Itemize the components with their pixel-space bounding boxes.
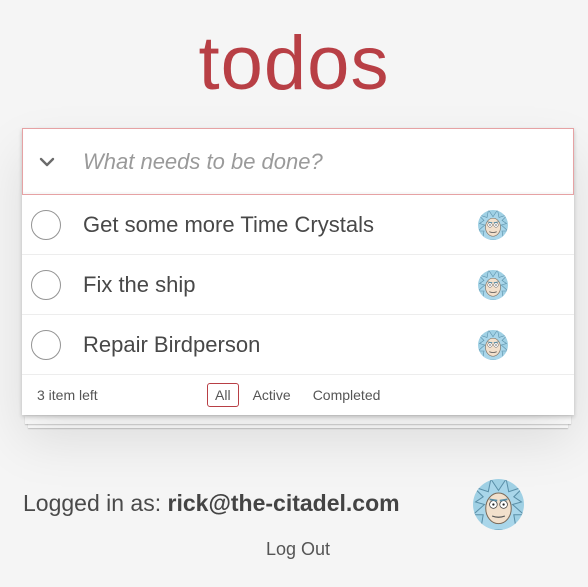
todo-label[interactable]: Repair Birdperson [83,332,478,358]
todo-checkbox[interactable] [31,329,61,360]
filter-tabs: All Active Completed [207,383,388,407]
todo-app: Get some more Time Crystals Fix the ship [22,128,574,415]
logged-in-info: Logged in as: rick@the-citadel.com [23,490,400,517]
todo-item: Repair Birdperson [22,315,574,375]
todo-label[interactable]: Fix the ship [83,272,478,298]
user-email: rick@the-citadel.com [167,490,400,516]
todo-footer: 3 item left All Active Completed [22,375,574,415]
filter-all[interactable]: All [207,383,239,407]
user-avatar-icon [473,479,524,530]
todo-checkbox[interactable] [31,269,61,300]
todo-label[interactable]: Get some more Time Crystals [83,212,478,238]
rick-avatar-icon [478,329,508,360]
filter-completed[interactable]: Completed [305,383,389,407]
logged-in-prefix: Logged in as: [23,490,168,516]
rick-avatar-icon [478,269,508,300]
todo-item: Fix the ship [22,255,574,315]
items-left-count: 3 item left [37,387,98,403]
todo-checkbox[interactable] [31,209,61,240]
new-todo-row [22,128,574,195]
list-stack-shadow-1 [25,416,571,424]
app-title: todos [198,21,390,106]
logout-link[interactable]: Log Out [0,539,588,560]
filter-active[interactable]: Active [245,383,299,407]
rick-avatar-icon [478,209,508,240]
toggle-all-chevron-down-icon[interactable] [23,129,71,194]
new-todo-input[interactable] [71,129,573,194]
todo-item: Get some more Time Crystals [22,195,574,255]
